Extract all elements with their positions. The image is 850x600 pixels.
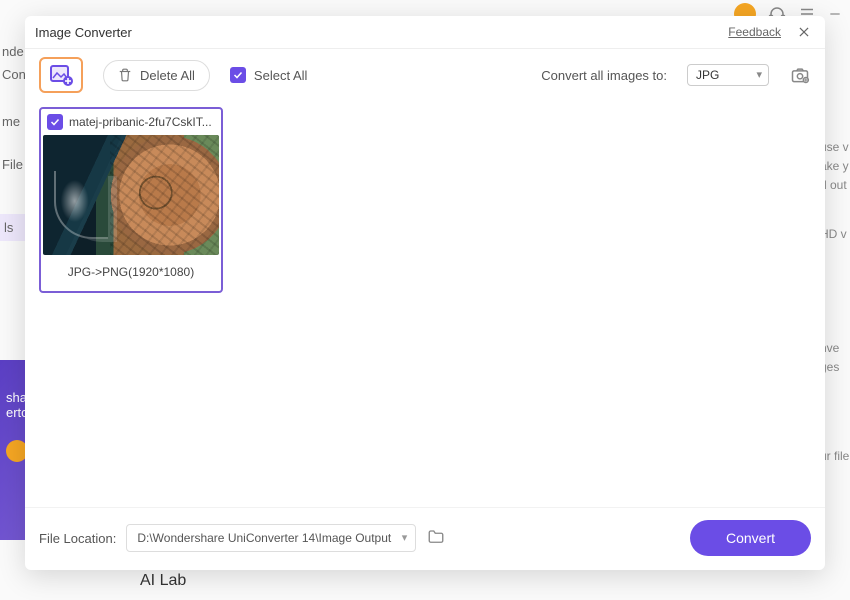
add-image-button[interactable] <box>39 57 83 93</box>
thumbnails-area: matej-pribanic-2fu7CskIT... JPG->PNG(192… <box>25 101 825 507</box>
folder-icon <box>426 528 446 546</box>
output-format-select[interactable]: JPG <box>687 64 769 86</box>
file-location-select[interactable]: D:\Wondershare UniConverter 14\Image Out… <box>126 524 416 552</box>
feedback-link[interactable]: Feedback <box>728 25 781 39</box>
output-format-value: JPG <box>696 68 719 82</box>
convert-to-label: Convert all images to: <box>541 68 667 83</box>
close-button[interactable] <box>795 23 813 41</box>
thumbnail-preview <box>43 135 219 255</box>
minimize-icon[interactable] <box>828 5 842 23</box>
file-location-value: D:\Wondershare UniConverter 14\Image Out… <box>137 531 391 545</box>
trash-icon <box>118 68 132 82</box>
file-location-label: File Location: <box>39 531 116 546</box>
checkbox-icon <box>230 67 246 83</box>
thumbnail-checkbox[interactable] <box>47 114 63 130</box>
dialog-footer: File Location: D:\Wondershare UniConvert… <box>25 507 825 570</box>
select-all-label: Select All <box>254 68 307 83</box>
open-folder-button[interactable] <box>426 528 448 548</box>
gear-camera-icon <box>790 65 810 85</box>
close-icon <box>797 25 811 39</box>
ai-lab-label: AI Lab <box>140 572 186 590</box>
convert-button[interactable]: Convert <box>690 520 811 556</box>
settings-button[interactable] <box>789 64 811 86</box>
select-all-checkbox[interactable]: Select All <box>230 67 307 83</box>
dialog-header: Image Converter Feedback <box>25 16 825 49</box>
image-thumbnail[interactable]: matej-pribanic-2fu7CskIT... JPG->PNG(192… <box>39 107 223 293</box>
thumbnail-filename: matej-pribanic-2fu7CskIT... <box>69 115 212 129</box>
dialog-title: Image Converter <box>35 25 132 40</box>
image-converter-dialog: Image Converter Feedback Delete All <box>25 16 825 570</box>
add-image-icon <box>49 64 73 86</box>
delete-all-button[interactable]: Delete All <box>103 60 210 91</box>
thumbnail-info: JPG->PNG(1920*1080) <box>41 255 221 291</box>
delete-all-label: Delete All <box>140 68 195 83</box>
bg-left-nav: nde Con me File ls <box>0 40 28 241</box>
toolbar: Delete All Select All Convert all images… <box>25 49 825 101</box>
